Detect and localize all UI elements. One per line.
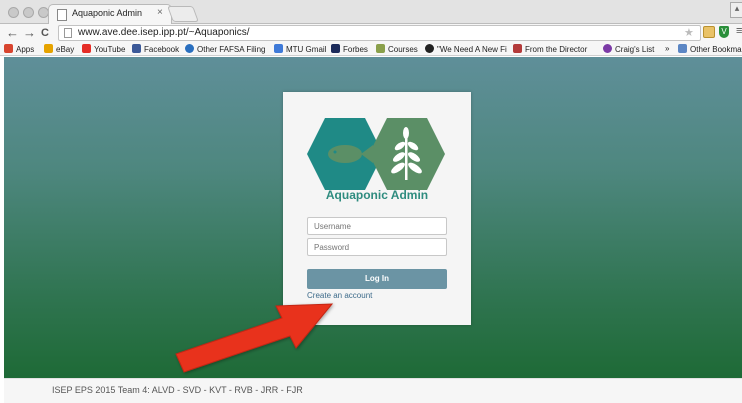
- tab-aquaponic-admin[interactable]: Aquaponic Admin ×: [48, 4, 172, 24]
- address-bar[interactable]: www.ave.dee.isep.ipp.pt/~Aquaponics/: [58, 25, 701, 41]
- url-text: www.ave.dee.isep.ipp.pt/~Aquaponics/: [78, 27, 250, 38]
- page-footer: ISEP EPS 2015 Team 4: ALVD - SVD - KVT -…: [4, 378, 742, 403]
- gmail-icon: [274, 44, 283, 53]
- app-name: Aquaponic Admin: [325, 188, 429, 202]
- globe-icon: [185, 44, 194, 53]
- more-bookmarks-button[interactable]: »: [665, 44, 669, 54]
- login-button[interactable]: Log In: [307, 269, 447, 289]
- page-icon: [57, 9, 67, 21]
- youtube-icon: [82, 44, 91, 53]
- username-input[interactable]: [307, 217, 447, 235]
- bookmark-from-director[interactable]: From the Director: [513, 44, 587, 55]
- ebay-icon: [44, 44, 53, 53]
- bookmarks-bar: Apps eBay YouTube Facebook Other FAFSA F…: [0, 42, 742, 56]
- aquaponic-logo: [307, 118, 445, 190]
- reload-button[interactable]: C: [41, 25, 49, 41]
- new-tab-button[interactable]: [167, 6, 199, 22]
- bookmark-facebook[interactable]: Facebook: [132, 44, 179, 55]
- page-icon: [64, 28, 72, 38]
- extension-icon[interactable]: [703, 26, 715, 38]
- back-button[interactable]: ←: [6, 25, 19, 41]
- folder-icon: [678, 44, 687, 53]
- forward-button[interactable]: →: [23, 25, 36, 41]
- minimize-window-button[interactable]: [23, 7, 34, 18]
- bookmark-ebay[interactable]: eBay: [44, 44, 74, 55]
- footer-text: ISEP EPS 2015 Team 4: ALVD - SVD - KVT -…: [52, 385, 303, 395]
- close-window-button[interactable]: [8, 7, 19, 18]
- bookmark-craigslist[interactable]: Craig's List: [603, 44, 654, 55]
- profile-icon[interactable]: ▴: [730, 2, 742, 18]
- tab-title: Aquaponic Admin: [72, 8, 143, 18]
- browser-window: Aquaponic Admin × ▴ ← → C www.ave.dee.is…: [0, 0, 742, 403]
- bookmark-star-icon[interactable]: ★: [684, 26, 694, 39]
- tab-close-icon[interactable]: ×: [157, 7, 163, 18]
- bookmark-other[interactable]: Other Bookmarks: [678, 44, 742, 55]
- shield-extension-icon[interactable]: V: [719, 26, 729, 38]
- facebook-icon: [132, 44, 141, 53]
- director-icon: [513, 44, 522, 53]
- bookmark-forbes[interactable]: Forbes: [331, 44, 368, 55]
- peace-icon: [603, 44, 612, 53]
- bookmark-courses[interactable]: Courses: [376, 44, 418, 55]
- site-icon: [425, 44, 434, 53]
- red-arrow-annotation: [175, 303, 334, 373]
- toolbar: ← → C www.ave.dee.isep.ipp.pt/~Aquaponic…: [0, 24, 742, 42]
- apps-icon: [4, 44, 13, 53]
- menu-icon[interactable]: ≡: [736, 25, 742, 37]
- bookmark-fafsa[interactable]: Other FAFSA Filing: [185, 44, 265, 55]
- bookmark-youtube[interactable]: YouTube: [82, 44, 125, 55]
- forbes-icon: [331, 44, 340, 53]
- login-card: Aquaponic Admin Log In Create an account: [283, 92, 471, 325]
- courses-icon: [376, 44, 385, 53]
- bookmark-we-need[interactable]: "We Need A New Fi: [425, 44, 507, 55]
- bookmark-mtu-gmail[interactable]: MTU Gmail: [274, 44, 326, 55]
- tab-strip: Aquaponic Admin × ▴: [0, 0, 742, 24]
- password-input[interactable]: [307, 238, 447, 256]
- bookmark-apps[interactable]: Apps: [4, 44, 34, 55]
